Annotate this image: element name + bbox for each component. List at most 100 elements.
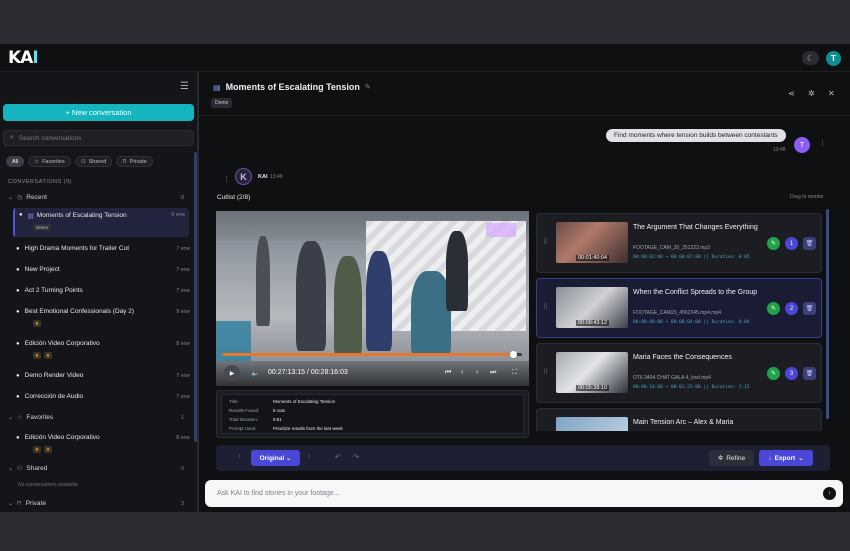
conversation-item[interactable]: ● Act 2 Turning Points 7 ene xyxy=(16,287,190,294)
users-icon: ⚇ xyxy=(17,466,23,472)
conversation-item[interactable]: ● Best Emotional Confessionals (Day 2) 9… xyxy=(16,308,190,315)
play-button[interactable]: ▶ xyxy=(224,365,240,381)
video-controls: ▶ 🔈 00:27:13:15 / 00:28:16:03 ⏮ ‹ › ⏭ ⛶ xyxy=(216,361,529,386)
sidebar: ☰ + New conversation ⌕ Search conversati… xyxy=(0,72,198,512)
version-select[interactable]: Original ⌄ xyxy=(251,450,300,466)
drag-handle-icon[interactable]: ⠿ xyxy=(543,238,548,246)
clip-thumbnail: 00:05:38:10 xyxy=(556,352,628,393)
shared-empty-text: No conversations available xyxy=(18,482,78,488)
clip-thumbnail: 00:08:43:12 xyxy=(556,287,628,328)
edit-clip-pencil-icon[interactable]: ✎ xyxy=(767,367,780,380)
chat-bubble-icon: ● xyxy=(16,308,20,315)
favorite-star-icon[interactable]: ★ xyxy=(44,446,52,453)
conversation-header: ▤ Moments of Escalating Tension ✎ Demo ⋖… xyxy=(199,72,850,116)
next-version-icon[interactable]: › xyxy=(308,453,310,460)
clip-number-badge[interactable]: 2 xyxy=(785,302,798,315)
main-panel: ▤ Moments of Escalating Tension ✎ Demo ⋖… xyxy=(199,72,850,512)
more-options-icon[interactable]: ⋮ xyxy=(819,139,826,147)
filter-all[interactable]: All xyxy=(6,156,25,167)
bot-time: 13:49 xyxy=(270,174,283,180)
clip-thumbnail xyxy=(556,417,628,431)
skip-back-icon[interactable]: ⏮ xyxy=(445,369,451,377)
group-favorites[interactable]: ⌄ ☆ Favorites 1 xyxy=(8,414,184,421)
video-player[interactable]: ▶ 🔈 00:27:13:15 / 00:28:16:03 ⏮ ‹ › ⏭ ⛶ xyxy=(216,211,529,386)
search-conversations-input[interactable]: ⌕ Search conversations xyxy=(3,130,194,146)
delete-clip-trash-icon[interactable]: 🗑 xyxy=(803,367,816,380)
favorite-star-icon[interactable]: ★ xyxy=(33,446,41,453)
settings-gear-icon[interactable]: ✲ xyxy=(808,89,815,98)
user-avatar[interactable]: T xyxy=(826,51,841,66)
sidebar-scrollbar[interactable] xyxy=(194,152,197,442)
clip-card[interactable]: ⠿ Main Tension Arc – Alex & Maria ✎ 4 xyxy=(536,408,822,431)
favorite-star-icon[interactable]: ★ xyxy=(33,320,41,327)
cutlist-toolbar: ‹ Original ⌄ › ↶ ↷ ✲ Refine ↓ Export ⌄ xyxy=(216,445,830,471)
conversation-item[interactable]: ● Corrección de Audio 7 ene xyxy=(16,393,190,400)
chat-bubble-icon: ● xyxy=(16,287,20,294)
favorite-star-icon[interactable]: ★ xyxy=(33,352,41,359)
share-icon[interactable]: ⋖ xyxy=(788,89,795,98)
clip-number-badge[interactable]: 3 xyxy=(785,367,798,380)
redo-icon[interactable]: ↷ xyxy=(353,453,359,461)
cutlist-info-panel: Title: Moments of Escalating Tension Resu… xyxy=(216,390,529,438)
close-icon[interactable]: ✕ xyxy=(828,89,835,98)
delete-clip-trash-icon[interactable]: 🗑 xyxy=(803,237,816,250)
filter-private[interactable]: ⊓ Private xyxy=(116,156,153,167)
conversation-item[interactable]: ● Demo Render Video 7 ene xyxy=(16,372,190,379)
edit-pencil-icon[interactable]: ✎ xyxy=(365,83,371,91)
user-message-bubble: Find moments where tension builds betwee… xyxy=(606,129,786,142)
clip-card[interactable]: ⠿ 00:01:40:04 The Argument That Changes … xyxy=(536,213,822,273)
video-progress-knob[interactable] xyxy=(509,351,517,358)
conversation-item[interactable]: ● Edición Video Corporativo 8 ene xyxy=(16,340,190,347)
chat-input[interactable]: Ask KAI to find stories in your footage.… xyxy=(205,480,843,507)
filter-shared[interactable]: ⚇ Shared xyxy=(74,156,113,167)
undo-icon[interactable]: ↶ xyxy=(335,453,341,461)
group-shared[interactable]: ⌄ ⚇ Shared 0 xyxy=(8,465,184,472)
skip-forward-icon[interactable]: ⏭ xyxy=(490,369,496,377)
previous-version-icon[interactable]: ‹ xyxy=(238,453,240,460)
delete-clip-trash-icon[interactable]: 🗑 xyxy=(803,302,816,315)
menu-icon[interactable]: ☰ xyxy=(180,81,189,92)
new-conversation-button[interactable]: + New conversation xyxy=(3,104,194,121)
next-frame-icon[interactable]: › xyxy=(476,369,478,376)
conversation-item[interactable]: ● New Project 7 ene xyxy=(16,266,190,273)
clip-number-badge[interactable]: 1 xyxy=(785,237,798,250)
prev-frame-icon[interactable]: ‹ xyxy=(461,369,463,376)
clock-icon: ◷ xyxy=(17,195,23,201)
conversation-item[interactable]: ● ▤ Moments of Escalating Tension 9 ene xyxy=(13,208,189,237)
kai-avatar: K xyxy=(235,168,252,185)
demo-tag: Demo xyxy=(211,98,233,108)
edit-clip-pencil-icon[interactable]: ✎ xyxy=(767,237,780,250)
filter-favorites[interactable]: ☆ Favorites xyxy=(28,156,71,167)
conversation-item[interactable]: ● High Drama Moments for Trailer Cut 7 e… xyxy=(16,245,190,252)
video-progress-bar[interactable] xyxy=(222,353,522,356)
volume-icon[interactable]: 🔈 xyxy=(251,369,260,377)
clip-list: ⠿ 00:01:40:04 The Argument That Changes … xyxy=(536,213,822,431)
users-icon: ⚇ xyxy=(80,158,86,165)
chat-bubble-icon: ● xyxy=(16,434,20,441)
drag-handle-icon[interactable]: ⠿ xyxy=(543,303,548,311)
edit-clip-pencil-icon[interactable]: ✎ xyxy=(767,302,780,315)
clip-card[interactable]: ⠿ 00:08:43:12 When the Conflict Spreads … xyxy=(536,278,822,338)
clip-list-scrollbar[interactable] xyxy=(826,209,829,419)
star-icon: ☆ xyxy=(17,415,23,421)
group-private[interactable]: ⌄ ⊓ Private 3 xyxy=(8,500,184,507)
filter-chips: All ☆ Favorites ⚇ Shared ⊓ Private xyxy=(6,156,153,167)
send-arrow-icon[interactable]: ↑ xyxy=(823,487,836,500)
app-logo[interactable]: KAI xyxy=(8,48,39,68)
drag-handle-icon[interactable]: ⠿ xyxy=(543,368,548,376)
demo-tag: Demo xyxy=(33,224,52,231)
more-options-icon[interactable]: ⋮ xyxy=(223,175,230,183)
clip-card[interactable]: ⠿ 00:05:38:10 Maria Faces the Consequenc… xyxy=(536,343,822,403)
refine-button[interactable]: ✲ Refine xyxy=(709,450,754,466)
chevron-down-icon: ⌄ xyxy=(8,195,14,201)
window-bottom-strip xyxy=(0,512,850,551)
export-button[interactable]: ↓ Export ⌄ xyxy=(759,450,813,466)
fullscreen-icon[interactable]: ⛶ xyxy=(512,369,517,377)
theme-toggle-moon-icon[interactable]: ☾ xyxy=(802,51,819,65)
chevron-down-icon: ⌄ xyxy=(8,501,14,507)
window-top-strip xyxy=(0,0,850,44)
lock-icon: ⊓ xyxy=(17,501,22,507)
conversation-item[interactable]: ● Edición Video Corporativo 8 ene xyxy=(16,434,190,441)
group-recent[interactable]: ⌄ ◷ Recent 8 xyxy=(8,194,184,201)
favorite-star-icon[interactable]: ★ xyxy=(44,352,52,359)
